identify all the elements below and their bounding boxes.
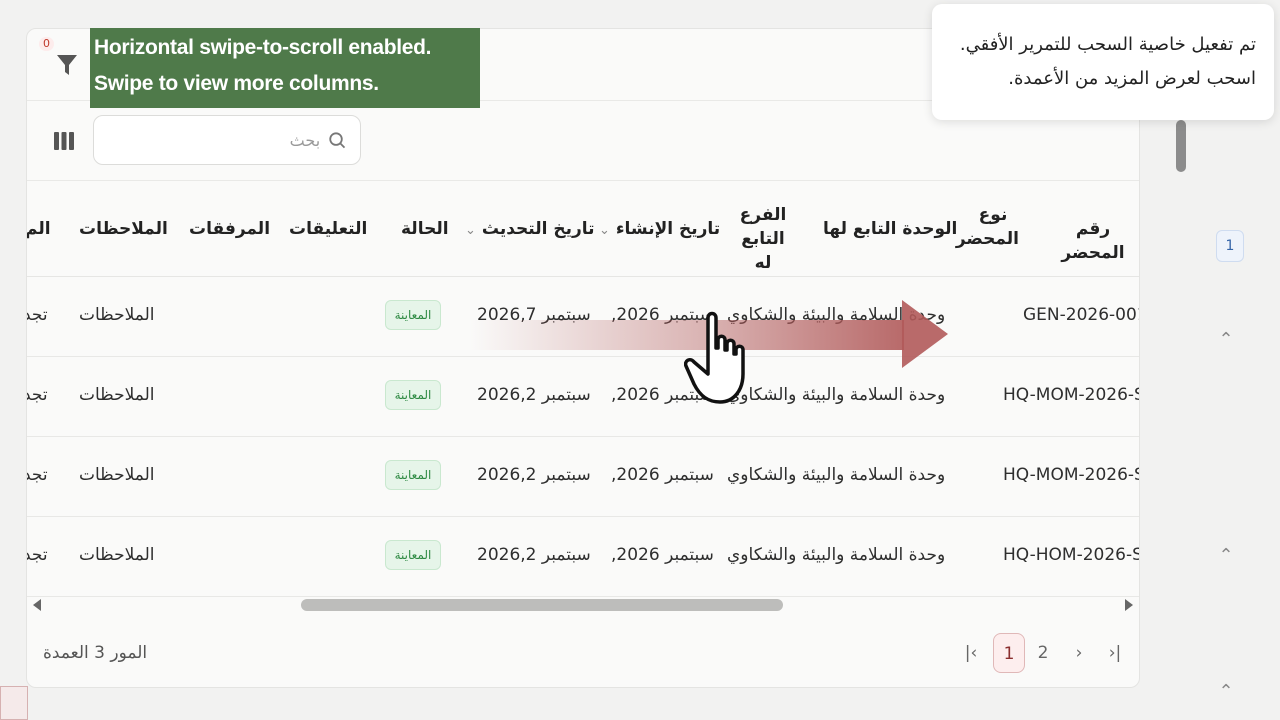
- column-header-unit[interactable]: الوحدة التابع لها: [823, 217, 957, 241]
- column-header-branch[interactable]: الفرع التابع له: [733, 203, 793, 275]
- chevron-down-icon: ⌄: [599, 223, 610, 238]
- cell-truncated: تجد: [27, 545, 48, 565]
- cell-notes: الملاحظات: [79, 545, 155, 565]
- cell-updated: سبتمبر 2026,2: [477, 385, 591, 405]
- cell-updated: سبتمبر 2026,2: [477, 465, 591, 485]
- caret-up-icon[interactable]: ⌃: [1218, 331, 1234, 349]
- chevron-down-icon: ⌄: [465, 223, 476, 238]
- table-row[interactable]: HQ-HOM-2026-SC وحدة السلامة والبيئة والش…: [27, 517, 1139, 597]
- table-header: رقم المحضر نوع المحضر الوحدة التابع لها …: [27, 181, 1139, 277]
- column-header-status[interactable]: الحالة: [401, 217, 449, 241]
- cell-notes: الملاحظات: [79, 465, 155, 485]
- tooltip-line-2: اسحب لعرض المزيد من الأعمدة.: [1008, 68, 1256, 89]
- cell-record-no: HQ-MOM-2026-SC: [1003, 465, 1139, 485]
- column-header-record-type[interactable]: نوع المحضر: [956, 203, 1019, 251]
- column-header-comments[interactable]: التعليقات: [289, 217, 367, 241]
- cell-created: سبتمبر 2026,: [611, 545, 714, 565]
- banner-line-2: Swipe to view more columns.: [94, 72, 379, 95]
- search-input[interactable]: [108, 130, 321, 150]
- banner-line-1: Horizontal swipe-to-scroll enabled.: [94, 36, 432, 59]
- vertical-scrollbar-thumb[interactable]: [1176, 120, 1186, 172]
- filter-count-badge: 0: [39, 37, 54, 51]
- caret-up-icon[interactable]: ⌃: [1218, 547, 1234, 565]
- cell-record-no: HQ-MOM-2026-SC: [1003, 385, 1139, 405]
- scroll-left-arrow-icon[interactable]: [33, 599, 41, 611]
- column-header-notes[interactable]: الملاحظات: [79, 217, 168, 241]
- cell-truncated: تجد: [27, 465, 48, 485]
- columns-icon[interactable]: [53, 131, 75, 151]
- cell-record-no: GEN-2026-001: [1023, 305, 1139, 325]
- records-table: رقم المحضر نوع المحضر الوحدة التابع لها …: [27, 181, 1139, 611]
- column-header-created-label: تاريخ الإنشاء: [615, 219, 721, 239]
- status-badge: المعاينة: [385, 540, 441, 570]
- horizontal-scrollbar[interactable]: [27, 595, 1139, 617]
- cell-unit: وحدة السلامة والبيئة والشكاوي: [727, 545, 946, 565]
- table-row[interactable]: HQ-MOM-2026-SC وحدة السلامة والبيئة والش…: [27, 437, 1139, 517]
- cell-notes: الملاحظات: [79, 305, 155, 325]
- table-footer: المور 3 العمدة |‹ 1 2 › ›|: [27, 619, 1139, 687]
- column-header-updated-label: تاريخ التحديث: [481, 219, 595, 239]
- cell-truncated: تجد: [27, 385, 48, 405]
- next-page-icon[interactable]: ›: [1069, 633, 1089, 673]
- column-header-attachments[interactable]: المرفقات: [189, 217, 270, 241]
- swipe-info-banner: Horizontal swipe-to-scroll enabled. Swip…: [90, 28, 480, 108]
- horizontal-scrollbar-thumb[interactable]: [301, 599, 783, 611]
- column-header-updated[interactable]: تاريخ التحديث ⌄: [465, 217, 595, 243]
- cell-notes: الملاحظات: [79, 385, 155, 405]
- cell-unit: وحدة السلامة والبيئة والشكاوي: [727, 385, 946, 405]
- cell-updated: سبتمبر 2026,2: [477, 545, 591, 565]
- cell-unit: وحدة السلامة والبيئة والشكاوي: [727, 465, 946, 485]
- swipe-tooltip: تم تفعيل خاصية السحب للتمرير الأفقي. اسح…: [932, 4, 1274, 120]
- cell-created: سبتمبر 2026,: [611, 465, 714, 485]
- column-header-created[interactable]: تاريخ الإنشاء ⌄: [599, 217, 720, 243]
- cell-truncated: تجد: [27, 305, 48, 325]
- first-page-icon[interactable]: |‹: [961, 633, 981, 673]
- search-icon: [329, 132, 346, 149]
- tooltip-line-1: تم تفعيل خاصية السحب للتمرير الأفقي.: [959, 34, 1256, 55]
- search-box[interactable]: [93, 115, 361, 165]
- column-header-truncated[interactable]: الم: [27, 217, 51, 241]
- footer-summary: المور 3 العمدة: [43, 643, 148, 663]
- side-count-badge[interactable]: 1: [1216, 230, 1244, 262]
- status-badge: المعاينة: [385, 380, 441, 410]
- last-page-icon[interactable]: ›|: [1105, 633, 1125, 673]
- caret-up-icon[interactable]: ⌃: [1218, 683, 1234, 701]
- hand-cursor-icon: [684, 311, 745, 404]
- cell-record-no: HQ-HOM-2026-SC: [1003, 545, 1139, 565]
- status-badge: المعاينة: [385, 460, 441, 490]
- app-logo-icon: [0, 686, 28, 720]
- page-button-2[interactable]: 2: [1033, 633, 1053, 673]
- page-button-1[interactable]: 1: [993, 633, 1025, 673]
- filter-icon[interactable]: [55, 51, 79, 79]
- scroll-right-arrow-icon[interactable]: [1125, 599, 1133, 611]
- status-badge: المعاينة: [385, 300, 441, 330]
- column-header-record-no[interactable]: رقم المحضر: [1047, 217, 1139, 265]
